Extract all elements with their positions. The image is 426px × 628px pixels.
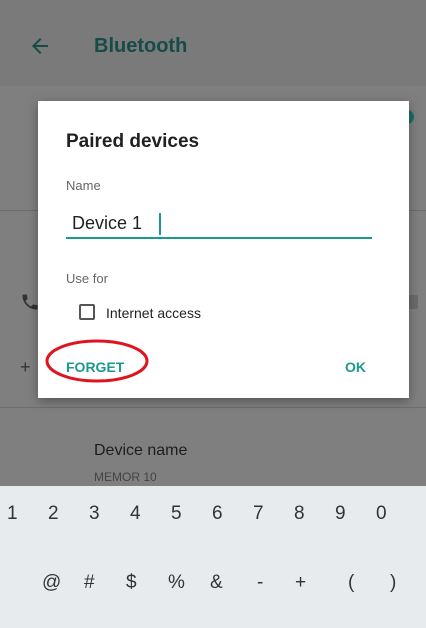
phone-icon: [22, 294, 38, 310]
name-label: Name: [66, 178, 101, 193]
key-1[interactable]: 1: [7, 503, 18, 525]
text-cursor: [159, 213, 161, 235]
pair-new-device-icon[interactable]: +: [20, 357, 31, 378]
keyboard: 1 2 3 4 5 6 7 8 9 0 @ # $ % & - + ( ): [0, 486, 426, 628]
internet-access-checkbox[interactable]: [79, 304, 95, 320]
divider: [0, 407, 426, 408]
key-8[interactable]: 8: [294, 503, 305, 525]
annotation-circle: [45, 339, 149, 383]
key-at[interactable]: @: [42, 572, 61, 594]
key-7[interactable]: 7: [253, 503, 264, 525]
use-for-label: Use for: [66, 271, 108, 286]
key-percent[interactable]: %: [168, 572, 185, 594]
key-9[interactable]: 9: [335, 503, 346, 525]
key-ampersand[interactable]: &: [210, 572, 223, 594]
app-bar: Bluetooth: [0, 0, 426, 86]
key-6[interactable]: 6: [212, 503, 223, 525]
key-0[interactable]: 0: [376, 503, 387, 525]
key-4[interactable]: 4: [130, 503, 141, 525]
keyboard-number-row: 1 2 3 4 5 6 7 8 9 0: [0, 503, 426, 543]
keyboard-symbol-row: @ # $ % & - + ( ): [0, 572, 426, 612]
key-dollar[interactable]: $: [126, 572, 137, 594]
key-plus[interactable]: +: [295, 572, 306, 594]
settings-gear-icon[interactable]: [408, 295, 418, 309]
internet-access-label[interactable]: Internet access: [106, 305, 201, 321]
key-open-paren[interactable]: (: [348, 572, 354, 594]
ok-button[interactable]: OK: [345, 359, 366, 375]
key-5[interactable]: 5: [171, 503, 182, 525]
key-3[interactable]: 3: [89, 503, 100, 525]
key-2[interactable]: 2: [48, 503, 59, 525]
device-name-label[interactable]: Device name: [94, 442, 187, 460]
device-name-value: MEMOR 10: [94, 470, 157, 484]
dialog-title: Paired devices: [66, 131, 200, 152]
back-arrow-icon[interactable]: [28, 34, 52, 58]
key-close-paren[interactable]: ): [390, 572, 396, 594]
page-title: Bluetooth: [94, 35, 188, 57]
key-hash[interactable]: #: [84, 572, 95, 594]
device-name-input[interactable]: [66, 213, 372, 239]
key-minus[interactable]: -: [257, 572, 263, 594]
